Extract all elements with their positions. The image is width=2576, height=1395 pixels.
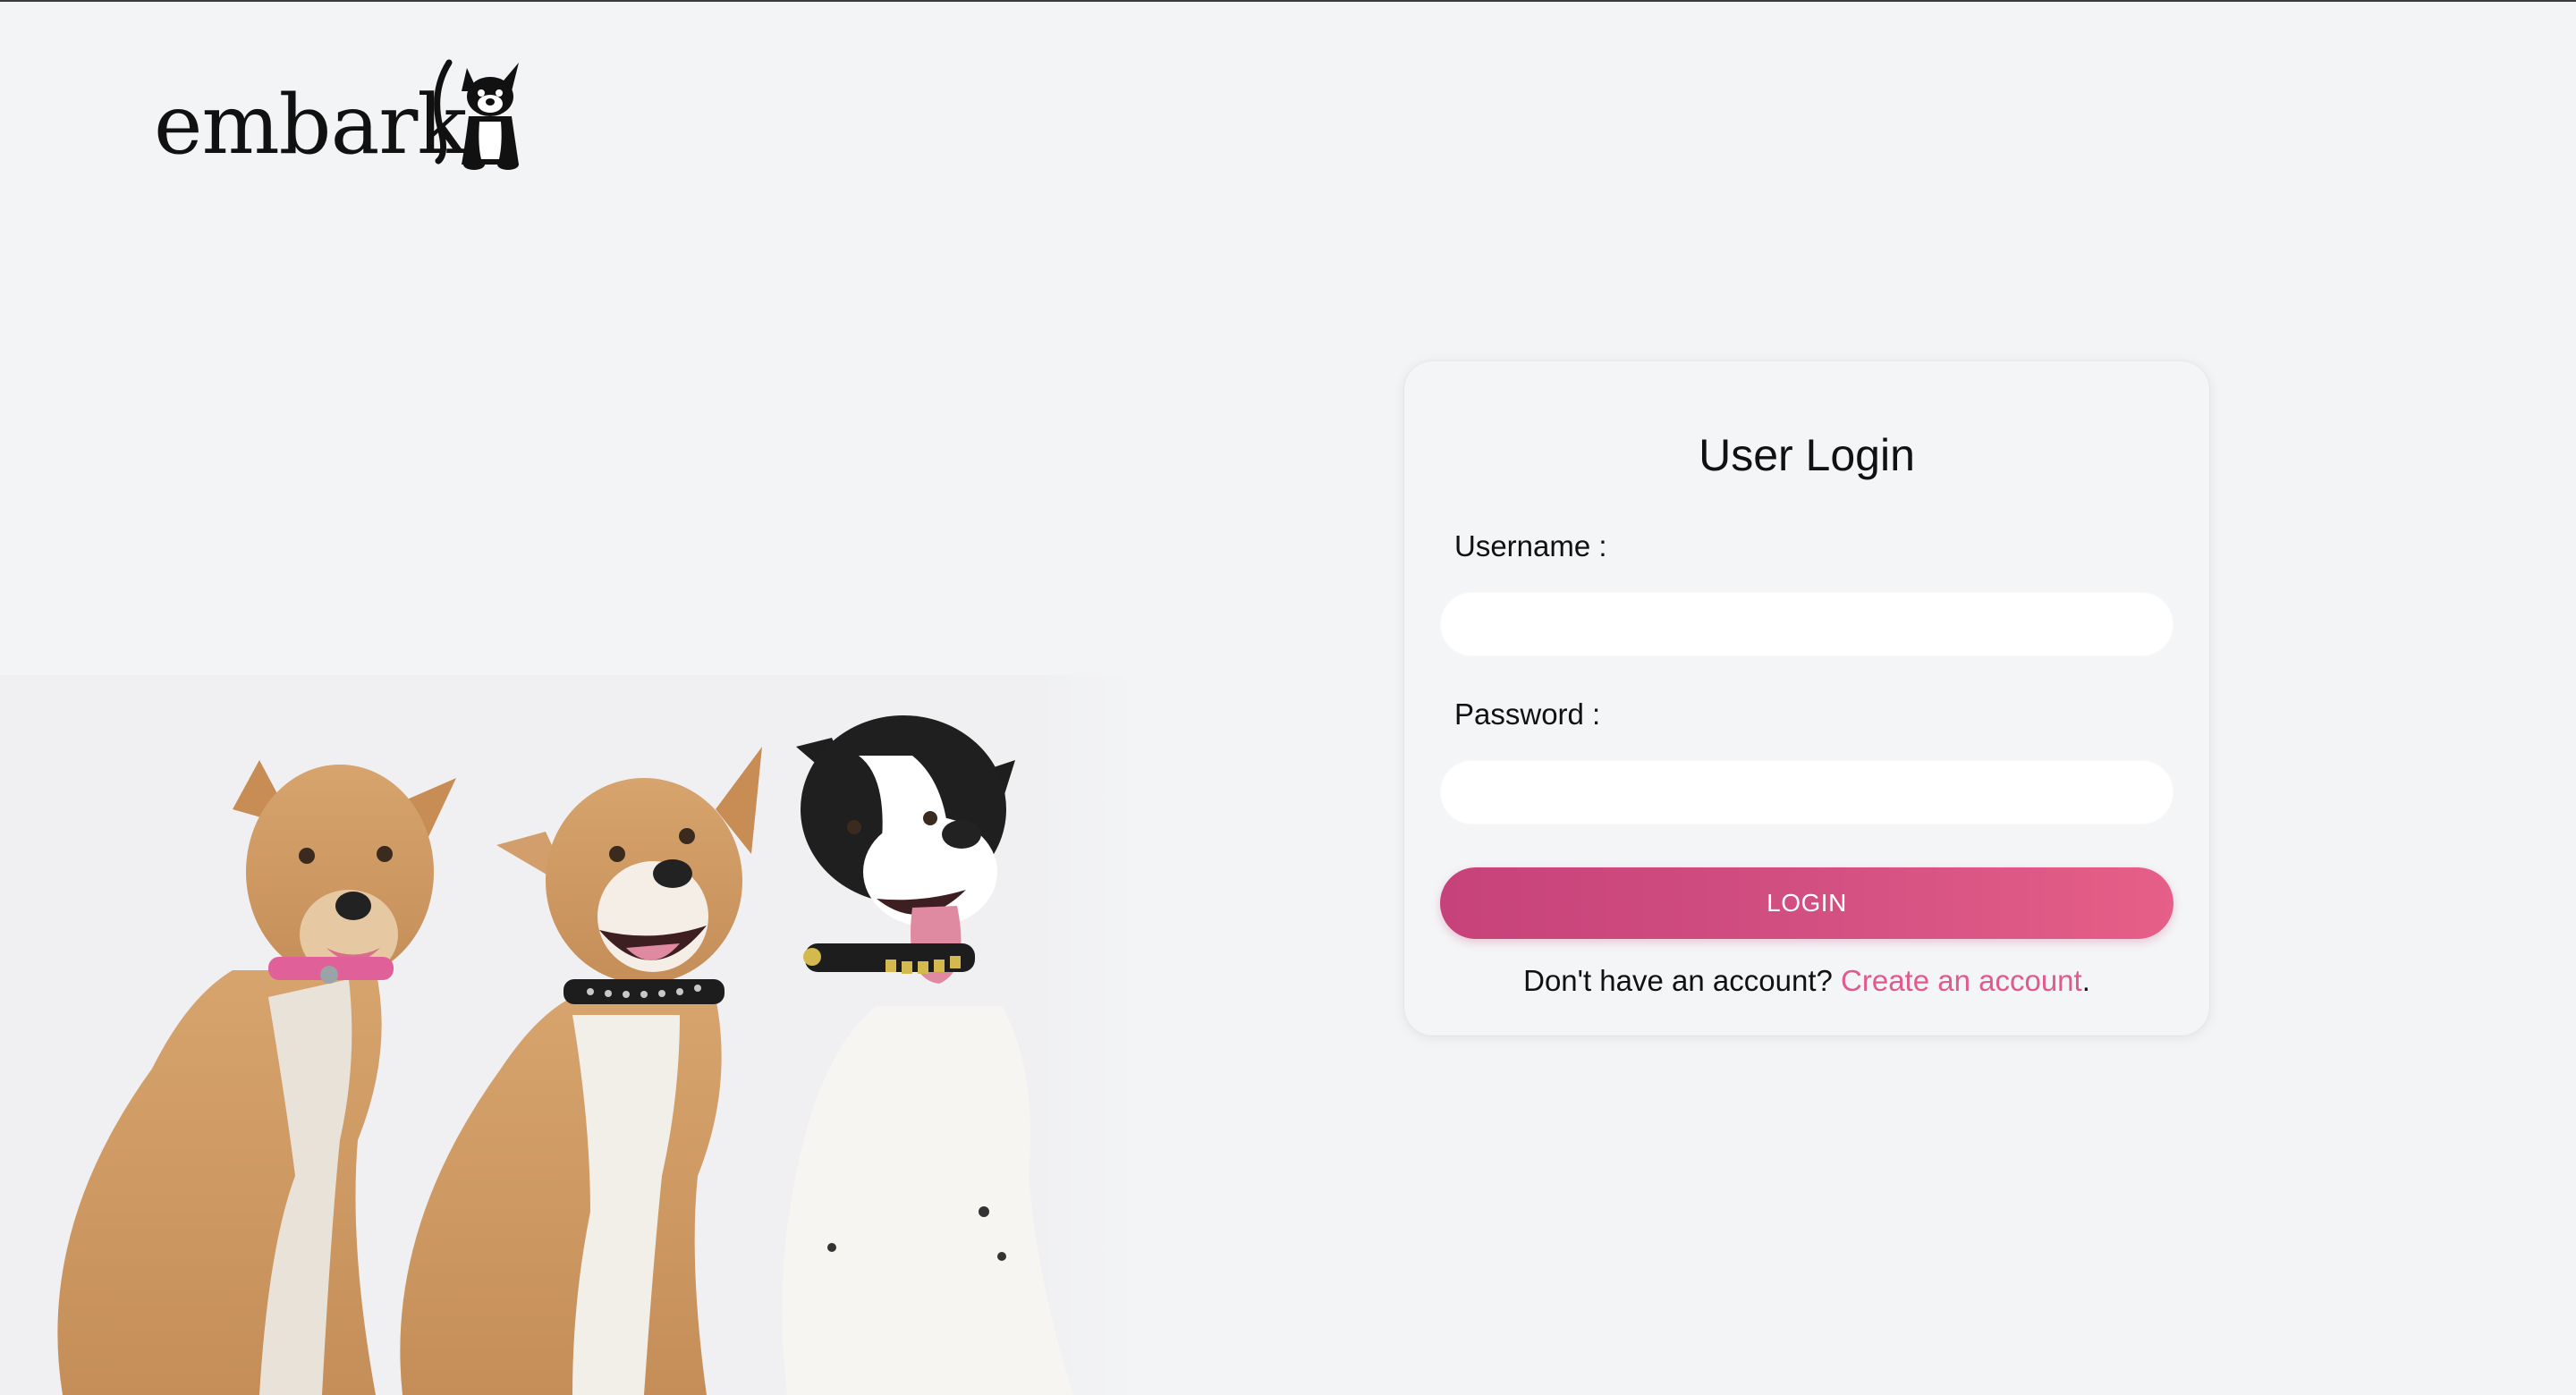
- password-label: Password :: [1454, 698, 1601, 731]
- login-button[interactable]: LOGIN: [1440, 867, 2174, 939]
- top-border: [0, 0, 2576, 2]
- signup-suffix: .: [2081, 964, 2090, 997]
- brand-logo[interactable]: embark: [154, 55, 519, 173]
- brand-wordmark: embark: [154, 77, 467, 173]
- login-card: User Login Username : Password : LOGIN D…: [1404, 361, 2209, 1036]
- three-dogs-illustration: [0, 675, 1145, 1395]
- create-account-link[interactable]: Create an account: [1841, 964, 2082, 997]
- username-label: Username :: [1454, 529, 1607, 562]
- username-input[interactable]: [1440, 592, 2174, 656]
- dog-icon: [434, 59, 519, 170]
- login-title: User Login: [1699, 430, 1915, 480]
- signup-prompt-line: Don't have an account? Create an account…: [1404, 964, 2209, 998]
- signup-prompt-text: Don't have an account?: [1523, 964, 1842, 997]
- password-input[interactable]: [1440, 760, 2174, 824]
